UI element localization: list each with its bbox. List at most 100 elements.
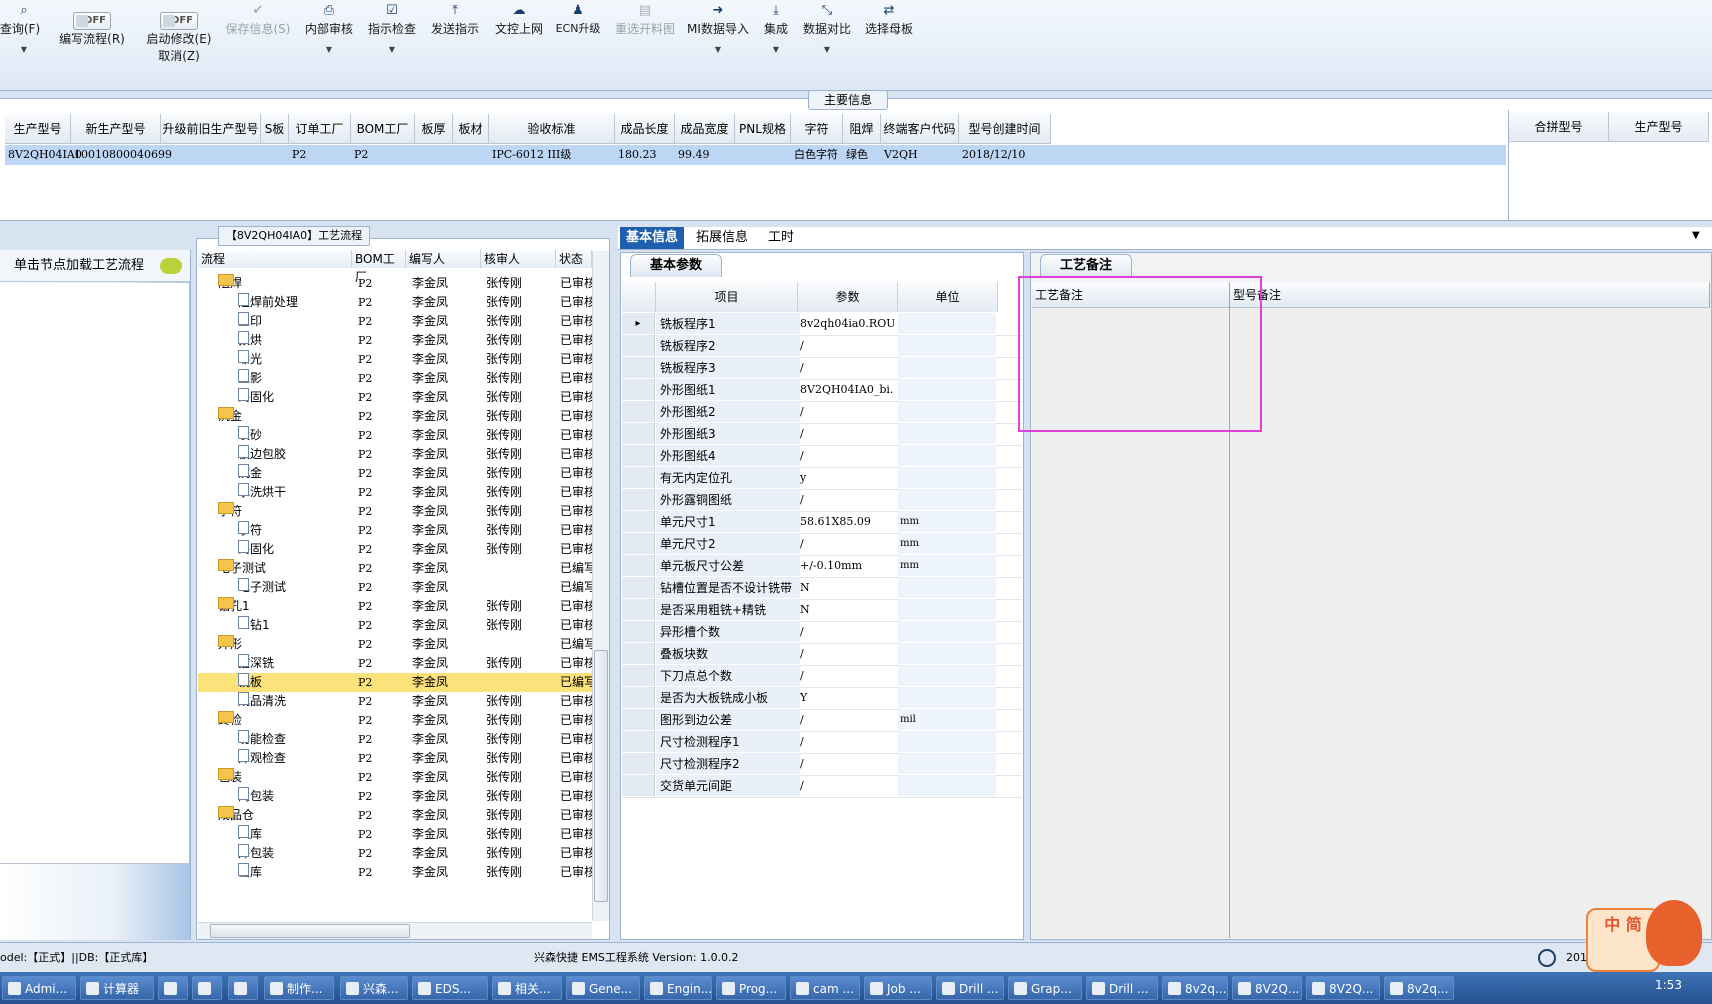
tree-row[interactable]: −字符 P2 李金凤 张传刚 已审核	[198, 502, 592, 521]
main-col-2[interactable]: 升级前旧生产型号	[161, 114, 261, 144]
taskbar-item[interactable]: Grap...	[1008, 976, 1082, 1000]
tree-row[interactable]: 终固化 P2 李金凤 张传刚 已审核	[198, 388, 592, 407]
tree-row[interactable]: 板边包胶 P2 李金凤 张传刚 已审核	[198, 445, 592, 464]
main-col-15[interactable]: 型号创建时间	[959, 114, 1051, 144]
params-col-unit[interactable]: 单位	[898, 282, 998, 312]
param-value[interactable]: 8V2QH04IA0_bi...	[798, 379, 894, 401]
tree-row[interactable]: −成品仓 P2 李金凤 张传刚 已审核	[198, 806, 592, 825]
select-master-button[interactable]: ⇄ 选择母板	[862, 0, 916, 80]
tree-row[interactable]: 水洗烘干 P2 李金凤 张传刚 已审核	[198, 483, 592, 502]
tree-col-1[interactable]: BOM工厂	[352, 250, 406, 284]
tab-basic-info[interactable]: 基本信息	[620, 227, 685, 249]
tree-row[interactable]: 外观检查 P2 李金凤 张传刚 已审核	[198, 749, 592, 768]
taskbar-item[interactable]: Admi...	[2, 976, 76, 1000]
taskbar-item[interactable]	[192, 976, 222, 1000]
param-value[interactable]: /	[798, 731, 894, 753]
tree-row[interactable]: 控深铣 P2 李金凤 张传刚 已审核	[198, 654, 592, 673]
param-value[interactable]: /	[798, 775, 894, 797]
ecn-upgrade-button[interactable]: ♟ ECN升级	[554, 0, 602, 80]
tab-extended-info[interactable]: 拓展信息	[690, 227, 754, 249]
param-value[interactable]: /	[798, 335, 894, 357]
param-row[interactable]: 叠板块数 /	[622, 643, 1022, 666]
model-remark-header[interactable]: 型号备注	[1230, 282, 1710, 308]
left-nav-list[interactable]	[0, 283, 189, 864]
main-col-6[interactable]: 板厚	[415, 114, 453, 144]
start-modify-button[interactable]: OFF 启动修改(E) 取消(Z)	[136, 0, 222, 80]
taskbar-item[interactable]: 8V2Q...	[1306, 976, 1380, 1000]
param-row[interactable]: 是否采用粗铣+精铣 N	[622, 599, 1022, 622]
param-value[interactable]: /	[798, 445, 894, 467]
param-row[interactable]: 异形槽个数 /	[622, 621, 1022, 644]
taskbar-item[interactable]: Drill ...	[1086, 976, 1158, 1000]
param-value[interactable]: /	[798, 533, 894, 555]
param-row[interactable]: 铣板程序2/	[622, 335, 1022, 358]
taskbar-item[interactable]: Drill ...	[936, 976, 1004, 1000]
param-row[interactable]: 外形图纸4/	[622, 445, 1022, 468]
mi-import-button[interactable]: ➜ MI数据导入 ▼	[686, 0, 750, 80]
tree-row[interactable]: 曝光 P2 李金凤 张传刚 已审核	[198, 350, 592, 369]
taskbar-item[interactable]	[228, 976, 258, 1000]
tree-col-4[interactable]: 状态	[556, 250, 592, 268]
tree-col-3[interactable]: 核审人	[481, 250, 556, 268]
taskbar-item[interactable]: Job ...	[864, 976, 932, 1000]
param-value[interactable]: Y	[798, 687, 894, 709]
tree-row[interactable]: 出库 P2 李金凤 张传刚 已审核	[198, 863, 592, 882]
main-col-13[interactable]: 阻焊	[843, 114, 881, 144]
save-info-button[interactable]: ✔ 保存信息(S)	[222, 0, 294, 80]
main-col-14[interactable]: 终端客户代码	[881, 114, 959, 144]
main-col-7[interactable]: 板材	[453, 114, 489, 144]
param-row[interactable]: 图形到边公差 / mil	[622, 709, 1022, 732]
param-value[interactable]: +/-0.10mm	[798, 555, 894, 577]
param-row[interactable]: 单元板尺寸公差 +/-0.10mm mm	[622, 555, 1022, 578]
param-row[interactable]: 是否为大板铣成小板 Y	[622, 687, 1022, 710]
param-value[interactable]: /	[798, 489, 894, 511]
param-row[interactable]: 铣板程序3/	[622, 357, 1022, 380]
tree-row[interactable]: 铣板 P2 李金凤 已编写	[198, 673, 592, 692]
param-value[interactable]: /	[798, 665, 894, 687]
tree-row[interactable]: 外包装 P2 李金凤 张传刚 已审核	[198, 844, 592, 863]
tree-row[interactable]: 阻焊前处理 P2 李金凤 张传刚 已审核	[198, 293, 592, 312]
taskbar-item[interactable]	[158, 976, 188, 1000]
query-button[interactable]: ⌕ 查询(F) ▼	[0, 0, 48, 80]
param-row[interactable]: 尺寸检测程序2/	[622, 753, 1022, 776]
model-remark-field[interactable]	[1230, 308, 1710, 938]
edit-flow-toggle[interactable]: OFF	[73, 12, 111, 30]
param-row[interactable]: 下刀点总个数 /	[622, 665, 1022, 688]
tree-row[interactable]: 内包装 P2 李金凤 张传刚 已审核	[198, 787, 592, 806]
production-model-header[interactable]: 生产型号	[1609, 112, 1709, 142]
main-col-3[interactable]: S板	[261, 114, 289, 144]
param-value[interactable]: /	[798, 401, 894, 423]
param-row[interactable]: 外形图纸3/	[622, 423, 1022, 446]
param-value[interactable]: N	[798, 599, 894, 621]
tree-row[interactable]: 电子测试 P2 李金凤 已编写	[198, 578, 592, 597]
main-col-12[interactable]: 字符	[791, 114, 843, 144]
param-row[interactable]: 尺寸检测程序1/	[622, 731, 1022, 754]
taskbar-item[interactable]: Engin...	[644, 976, 712, 1000]
tree-row[interactable]: −终检 P2 李金凤 张传刚 已审核	[198, 711, 592, 730]
doc-upload-button[interactable]: ☁ 文控上网	[492, 0, 546, 80]
param-row[interactable]: 单元尺寸2/mm	[622, 533, 1022, 556]
tree-col-2[interactable]: 编写人	[406, 250, 481, 268]
instruction-check-button[interactable]: ☑ 指示检查 ▼	[366, 0, 418, 80]
tree-horizontal-scroll-thumb[interactable]	[210, 924, 410, 938]
main-col-9[interactable]: 成品长度	[615, 114, 675, 144]
tree-row[interactable]: 丝印 P2 李金凤 张传刚 已审核	[198, 312, 592, 331]
tab-work-hours[interactable]: 工时	[762, 227, 800, 249]
param-value[interactable]: /	[798, 643, 894, 665]
param-row[interactable]: 交货单元间距 /	[622, 775, 1022, 798]
main-col-1[interactable]: 新生产型号	[71, 114, 161, 144]
param-value[interactable]: 8v2qh04ia0.ROU	[798, 313, 894, 335]
main-col-4[interactable]: 订单工厂	[289, 114, 351, 144]
main-col-11[interactable]: PNL规格	[735, 114, 791, 144]
integrate-button[interactable]: ⤓ 集成 ▼	[758, 0, 794, 80]
tree-row[interactable]: −外形 P2 李金凤 已编写	[198, 635, 592, 654]
main-info-tab[interactable]: 主要信息	[808, 90, 888, 110]
param-row[interactable]: 外形图纸1 8V2QH04IA0_bi...	[622, 379, 1022, 402]
param-value[interactable]: N	[798, 577, 894, 599]
taskbar-item[interactable]: 计算器	[80, 976, 154, 1000]
taskbar-item[interactable]: Gene...	[566, 976, 640, 1000]
start-modify-toggle[interactable]: OFF	[160, 12, 198, 30]
param-row[interactable]: 钻槽位置是否不设计铣带 N	[622, 577, 1022, 600]
param-value[interactable]: /	[798, 621, 894, 643]
param-value[interactable]: /	[798, 753, 894, 775]
